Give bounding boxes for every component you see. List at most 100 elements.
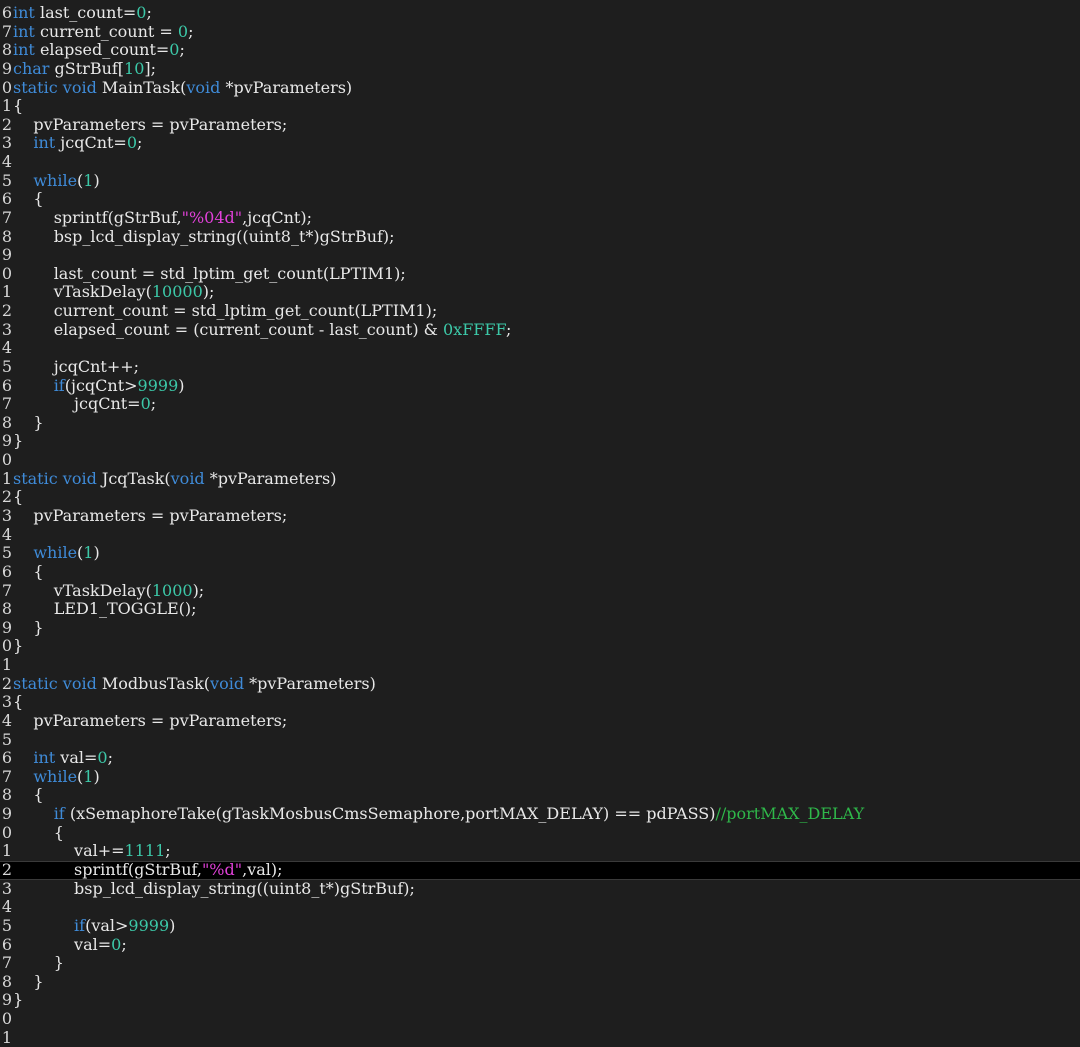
code-line[interactable]: 4 bbox=[0, 525, 1080, 545]
code-line[interactable]: 0 bbox=[0, 451, 1080, 470]
code-line[interactable]: 7 jcqCnt=0; bbox=[0, 394, 1080, 414]
line-number: 7 bbox=[1, 580, 12, 600]
code-line[interactable]: 6 { bbox=[0, 562, 1080, 582]
code-token: 0 bbox=[169, 40, 180, 60]
code-line[interactable]: 8 bsp_lcd_display_string((uint8_t*)gStrB… bbox=[0, 227, 1080, 247]
code-token: (xSemaphoreTake(gTaskMosbusCmsSemaphore,… bbox=[64, 804, 716, 824]
code-text: { bbox=[12, 488, 23, 507]
code-line[interactable]: 5 if(val>9999) bbox=[0, 915, 1080, 936]
code-line[interactable]: 7 while(1) bbox=[0, 766, 1080, 787]
line-number: 1 bbox=[1, 655, 12, 675]
code-token: int bbox=[33, 133, 56, 153]
code-line[interactable]: 9 char gStrBuf[10]; bbox=[0, 58, 1080, 79]
code-line[interactable]: 2 static void ModbusTask(void *pvParamete… bbox=[0, 674, 1080, 694]
code-line[interactable]: 8 } bbox=[0, 971, 1080, 992]
code-line[interactable]: 9 bbox=[0, 246, 1080, 265]
code-text: } bbox=[12, 971, 44, 992]
code-line[interactable]: 3 int jcqCnt=0; bbox=[0, 134, 1080, 153]
code-line[interactable]: 4 pvParameters = pvParameters; bbox=[0, 711, 1080, 731]
code-line[interactable]: 7 int current_count = 0; bbox=[0, 21, 1080, 42]
code-line[interactable]: 5 jcqCnt++; bbox=[0, 357, 1080, 377]
code-line[interactable]: 2{ bbox=[0, 488, 1080, 507]
code-token: 0 bbox=[126, 133, 138, 153]
code-token: ) bbox=[93, 766, 100, 786]
code-line[interactable]: 6 { bbox=[0, 189, 1080, 209]
code-line[interactable]: 4 bbox=[0, 152, 1080, 172]
code-token: 9999 bbox=[128, 915, 170, 935]
code-token: if bbox=[53, 375, 65, 395]
code-line[interactable]: 0 last_count = std_lptim_get_count(LPTIM… bbox=[0, 264, 1080, 284]
line-number: 9 bbox=[1, 431, 12, 451]
code-line[interactable]: 8 int elapsed_count=0; bbox=[0, 40, 1080, 60]
code-line[interactable]: 6 int val=0; bbox=[0, 748, 1080, 768]
code-line[interactable]: 1 bbox=[0, 1028, 1080, 1047]
code-line[interactable]: 0 bbox=[0, 1009, 1080, 1029]
code-line[interactable]: 8 { bbox=[0, 786, 1080, 805]
code-line[interactable]: 1 static void JcqTask(void *pvParameters) bbox=[0, 469, 1080, 489]
code-line[interactable]: 7 vTaskDelay(1000); bbox=[0, 580, 1080, 601]
code-token: ; bbox=[146, 3, 152, 22]
code-token: ; bbox=[107, 748, 113, 768]
code-line[interactable]: 4 bbox=[0, 898, 1080, 917]
code-text: } bbox=[12, 637, 23, 656]
code-line[interactable]: 3 pvParameters = pvParameters; bbox=[0, 506, 1080, 526]
code-text: static void ModbusTask(void *pvParameter… bbox=[12, 674, 376, 694]
code-text: int last_count=0; bbox=[12, 3, 152, 23]
code-line[interactable]: 9} bbox=[0, 432, 1080, 451]
code-line[interactable]: 9 } bbox=[0, 618, 1080, 638]
code-line[interactable]: 3 bsp_lcd_display_string((uint8_t*)gStrB… bbox=[0, 878, 1080, 899]
code-line[interactable]: 4 bbox=[0, 339, 1080, 358]
code-line[interactable]: 3 elapsed_count = (current_count - last_… bbox=[0, 320, 1080, 340]
code-token: (jcqCnt> bbox=[64, 375, 138, 395]
code-token: { bbox=[13, 822, 64, 842]
code-line[interactable]: 5 while(1) bbox=[0, 171, 1080, 191]
code-token: int bbox=[13, 21, 35, 41]
line-number: 6 bbox=[1, 375, 12, 395]
code-token: int bbox=[33, 748, 56, 768]
code-token: int bbox=[13, 40, 35, 60]
code-line[interactable]: 5 while(1) bbox=[0, 543, 1080, 563]
code-line[interactable]: 6 int last_count=0; bbox=[0, 3, 1080, 23]
line-number: 9 bbox=[1, 58, 12, 78]
code-line[interactable]: 1{ bbox=[0, 96, 1080, 116]
code-token: } bbox=[13, 971, 44, 991]
code-line[interactable]: 1 vTaskDelay(10000); bbox=[0, 283, 1080, 302]
code-token: sprintf(gStrBuf, bbox=[13, 207, 182, 227]
code-token: 1 bbox=[83, 543, 94, 563]
code-line[interactable]: 2 sprintf(gStrBuf,"%d",val); bbox=[0, 860, 1080, 880]
code-line[interactable]: 7 } bbox=[0, 953, 1080, 973]
code-line[interactable]: 0} bbox=[0, 637, 1080, 656]
code-token: (val> bbox=[85, 915, 129, 935]
code-line[interactable]: 2 pvParameters = pvParameters; bbox=[0, 115, 1080, 135]
code-token: val= bbox=[55, 748, 98, 768]
code-line[interactable]: 9} bbox=[0, 991, 1080, 1010]
code-token: 0 bbox=[97, 748, 108, 768]
code-line[interactable]: 6 if(jcqCnt>9999) bbox=[0, 375, 1080, 396]
code-line[interactable]: 5 bbox=[0, 729, 1080, 750]
code-line[interactable]: 1 bbox=[0, 655, 1080, 675]
code-token: 1111 bbox=[124, 841, 166, 861]
code-token: while bbox=[33, 766, 78, 786]
code-line[interactable]: 2 current_count = std_lptim_get_count(LP… bbox=[0, 301, 1080, 321]
code-token: jcqCnt= bbox=[55, 133, 127, 153]
code-line[interactable]: 3{ bbox=[0, 692, 1080, 712]
line-number: 9 bbox=[1, 245, 12, 265]
line-number: 5 bbox=[1, 729, 12, 749]
code-token: 0 bbox=[140, 394, 151, 414]
code-line[interactable]: 0 { bbox=[0, 822, 1080, 843]
line-number: 3 bbox=[1, 878, 12, 898]
code-editor[interactable]: 6 int last_count=0; 7 int current_count = 0… bbox=[0, 0, 1080, 1046]
code-text: } bbox=[12, 991, 23, 1010]
code-text: { bbox=[12, 562, 43, 582]
code-text: vTaskDelay(10000); bbox=[12, 283, 215, 302]
code-token: static void bbox=[13, 77, 97, 97]
code-line[interactable]: 7 sprintf(gStrBuf,"%04d",jcqCnt); bbox=[0, 207, 1080, 228]
line-number: 3 bbox=[1, 133, 12, 153]
code-line[interactable]: 9 if (xSemaphoreTake(gTaskMosbusCmsSemap… bbox=[0, 804, 1080, 824]
code-line[interactable]: 1 val+=1111; bbox=[0, 842, 1080, 861]
code-line[interactable]: 0 static void MainTask(void *pvParameters… bbox=[0, 77, 1080, 98]
code-line[interactable]: 8 LED1_TOGGLE(); bbox=[0, 599, 1080, 619]
code-line[interactable]: 6 val=0; bbox=[0, 935, 1080, 955]
code-line[interactable]: 8 } bbox=[0, 413, 1080, 433]
